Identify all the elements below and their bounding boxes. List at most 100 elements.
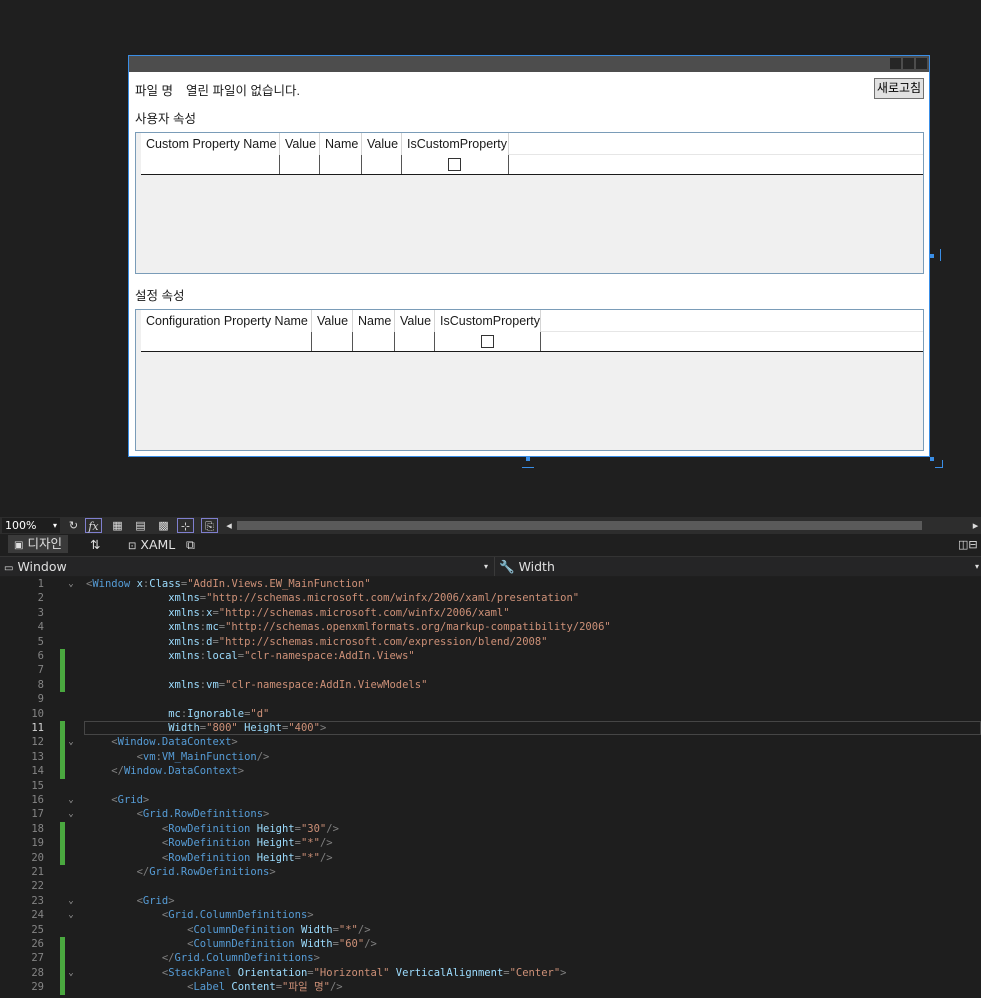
code-line[interactable]: 20 <RowDefinition Height="*"/> bbox=[0, 850, 981, 865]
code-line[interactable]: 5 xmlns:d="http://schemas.microsoft.com/… bbox=[0, 635, 981, 649]
line-number: 26 bbox=[31, 938, 44, 950]
view-tabs: ▣ 디자인 ⇅ ⊡ XAML ⧉ ◫⊟ bbox=[0, 534, 981, 556]
table-cell[interactable] bbox=[362, 155, 402, 174]
is-custom-checkbox[interactable] bbox=[448, 158, 461, 171]
snap-lines-icon[interactable]: ⊹ bbox=[177, 518, 194, 533]
column-header[interactable]: Value bbox=[395, 310, 435, 332]
code-line[interactable]: 23 ⌄ <Grid> bbox=[0, 894, 981, 908]
column-header[interactable]: Value bbox=[312, 310, 353, 332]
code-line[interactable]: 16 ⌄ <Grid> bbox=[0, 793, 981, 807]
resize-handle-right[interactable] bbox=[930, 254, 934, 258]
horizontal-scrollbar[interactable] bbox=[237, 521, 922, 530]
code-line[interactable]: 25 <ColumnDefinition Width="*"/> bbox=[0, 923, 981, 937]
column-header[interactable]: Configuration Property Name bbox=[141, 310, 312, 332]
fold-chevron-icon[interactable]: ⌄ bbox=[66, 908, 76, 922]
code-line[interactable]: 7 bbox=[0, 663, 981, 678]
user-properties-grid[interactable]: Custom Property Name Value Name Value Is… bbox=[135, 132, 924, 274]
chevron-down-icon: ▾ bbox=[974, 562, 979, 571]
code-line[interactable]: 14 </Window.DataContext> bbox=[0, 764, 981, 779]
code-line[interactable]: 28 ⌄ <StackPanel Orientation="Horizontal"… bbox=[0, 965, 981, 981]
scroll-left-icon[interactable]: ◂ bbox=[223, 518, 235, 533]
code-line[interactable]: 3 xmlns:x="http://schemas.microsoft.com/… bbox=[0, 606, 981, 620]
code-line[interactable]: 10 mc:Ignorable="d" bbox=[0, 707, 981, 721]
code-line[interactable]: 19 <RowDefinition Height="*"/> bbox=[0, 836, 981, 851]
fold-chevron-icon[interactable]: ⌄ bbox=[66, 793, 76, 807]
code-line[interactable]: 1 ⌄ <Window x:Class="AddIn.Views.EW_MainFu… bbox=[0, 577, 981, 591]
column-header[interactable]: Name bbox=[353, 310, 395, 332]
tab-design[interactable]: ▣ 디자인 bbox=[8, 535, 68, 553]
resize-handle-corner[interactable] bbox=[930, 457, 934, 461]
code-line[interactable]: 27 </Grid.ColumnDefinitions> bbox=[0, 951, 981, 966]
table-cell[interactable] bbox=[320, 155, 362, 174]
xaml-code-editor[interactable]: 1 ⌄ <Window x:Class="AddIn.Views.EW_MainFu… bbox=[0, 577, 981, 998]
column-header[interactable]: Value bbox=[280, 133, 320, 155]
fold-chevron-icon[interactable]: ⌄ bbox=[66, 807, 76, 821]
resize-guide-right bbox=[940, 249, 941, 261]
window-icon: ▭ bbox=[4, 563, 14, 574]
code-line[interactable]: 24 ⌄ <Grid.ColumnDefinitions> bbox=[0, 908, 981, 922]
member-dropdown[interactable]: 🔧 Width ▾ bbox=[494, 557, 981, 576]
code-line[interactable]: 8 xmlns:vm="clr-namespace:AddIn.ViewMode… bbox=[0, 677, 981, 693]
element-dropdown[interactable]: ▭ Window ▾ bbox=[2, 557, 492, 576]
code-line[interactable]: 11 Width="800" Height="400"> bbox=[0, 721, 981, 736]
split-view-icon[interactable]: ◫⊟ bbox=[958, 536, 978, 554]
fold-chevron-icon[interactable]: ⌄ bbox=[66, 894, 76, 908]
line-number: 17 bbox=[31, 808, 44, 821]
table-cell[interactable] bbox=[141, 155, 280, 174]
code-line[interactable]: 18 <RowDefinition Height="30"/> bbox=[0, 821, 981, 837]
tab-xaml[interactable]: ⊡ XAML bbox=[128, 536, 175, 556]
snap-grid-icon[interactable]: ▤ bbox=[132, 518, 149, 533]
code-line[interactable]: 13 <vm:VM_MainFunction/> bbox=[0, 749, 981, 765]
fold-chevron-icon[interactable]: ⌄ bbox=[66, 577, 76, 591]
code-text: xmlns:x="http://schemas.microsoft.com/wi… bbox=[168, 606, 510, 619]
element-dropdown-value: Window bbox=[17, 559, 67, 574]
code-text: <Grid.ColumnDefinitions> bbox=[161, 909, 314, 922]
code-line[interactable]: 17 ⌄ <Grid.RowDefinitions> bbox=[0, 807, 981, 821]
code-line[interactable]: 22 bbox=[0, 879, 981, 893]
column-header[interactable]: IsCustomProperty bbox=[402, 133, 509, 155]
fold-chevron-icon[interactable]: ⌄ bbox=[66, 966, 76, 980]
table-cell[interactable] bbox=[435, 332, 541, 351]
zoom-select[interactable]: 100% ▾ bbox=[2, 518, 60, 533]
table-cell[interactable] bbox=[402, 155, 509, 174]
resize-guide-corner-v bbox=[942, 460, 943, 468]
window-preview[interactable]: 파일 명 열린 파일이 없습니다. 새로고침 사용자 속성 Custom Pro… bbox=[128, 55, 930, 457]
is-custom-checkbox[interactable] bbox=[481, 335, 494, 348]
code-line[interactable]: 15 bbox=[0, 779, 981, 793]
grid-icon[interactable]: ▦ bbox=[109, 518, 126, 533]
code-line[interactable]: 12 ⌄ <Window.DataContext> bbox=[0, 735, 981, 750]
table-row[interactable] bbox=[141, 155, 923, 175]
table-row[interactable] bbox=[141, 332, 923, 352]
fx-icon[interactable]: fx bbox=[85, 518, 102, 533]
code-line[interactable]: 26 <ColumnDefinition Width="60"/> bbox=[0, 937, 981, 952]
column-header[interactable]: IsCustomProperty bbox=[435, 310, 541, 332]
table-cell[interactable] bbox=[280, 155, 320, 174]
table-cell[interactable] bbox=[395, 332, 435, 351]
fold-chevron-icon[interactable]: ⌄ bbox=[66, 735, 76, 749]
code-line[interactable]: 2 xmlns="http://schemas.microsoft.com/wi… bbox=[0, 591, 981, 605]
code-line[interactable]: 29 <Label Content="파일 명"/> bbox=[0, 980, 981, 995]
design-surface[interactable]: 파일 명 열린 파일이 없습니다. 새로고침 사용자 속성 Custom Pro… bbox=[0, 0, 981, 517]
code-line[interactable]: 9 bbox=[0, 692, 981, 706]
code-line[interactable]: 21 </Grid.RowDefinitions> bbox=[0, 865, 981, 879]
line-number: 19 bbox=[31, 837, 44, 850]
code-line[interactable]: 6 xmlns:local="clr-namespace:AddIn.Views… bbox=[0, 649, 981, 664]
resize-handle-bottom[interactable] bbox=[526, 457, 530, 461]
refresh-icon[interactable]: ↻ bbox=[65, 518, 82, 533]
refresh-button[interactable]: 새로고침 bbox=[874, 78, 924, 99]
code-line[interactable]: 4 xmlns:mc="http://schemas.openxmlformat… bbox=[0, 620, 981, 634]
table-cell[interactable] bbox=[353, 332, 395, 351]
popout-icon[interactable]: ⧉ bbox=[186, 536, 195, 554]
table-cell[interactable] bbox=[141, 332, 312, 351]
column-header[interactable]: Value bbox=[362, 133, 402, 155]
device-icon[interactable]: ⎘ bbox=[201, 518, 218, 533]
checker-icon[interactable]: ▩ bbox=[155, 518, 172, 533]
scroll-right-icon[interactable]: ▸ bbox=[970, 518, 981, 533]
window-content: 파일 명 열린 파일이 없습니다. 새로고침 사용자 속성 Custom Pro… bbox=[129, 72, 929, 456]
column-header[interactable]: Custom Property Name bbox=[141, 133, 280, 155]
column-header[interactable]: Name bbox=[320, 133, 362, 155]
table-cell[interactable] bbox=[312, 332, 353, 351]
config-properties-grid[interactable]: Configuration Property Name Value Name V… bbox=[135, 309, 924, 451]
swap-panes-button[interactable]: ⇅ bbox=[90, 536, 100, 554]
window-title-bar bbox=[129, 56, 929, 72]
